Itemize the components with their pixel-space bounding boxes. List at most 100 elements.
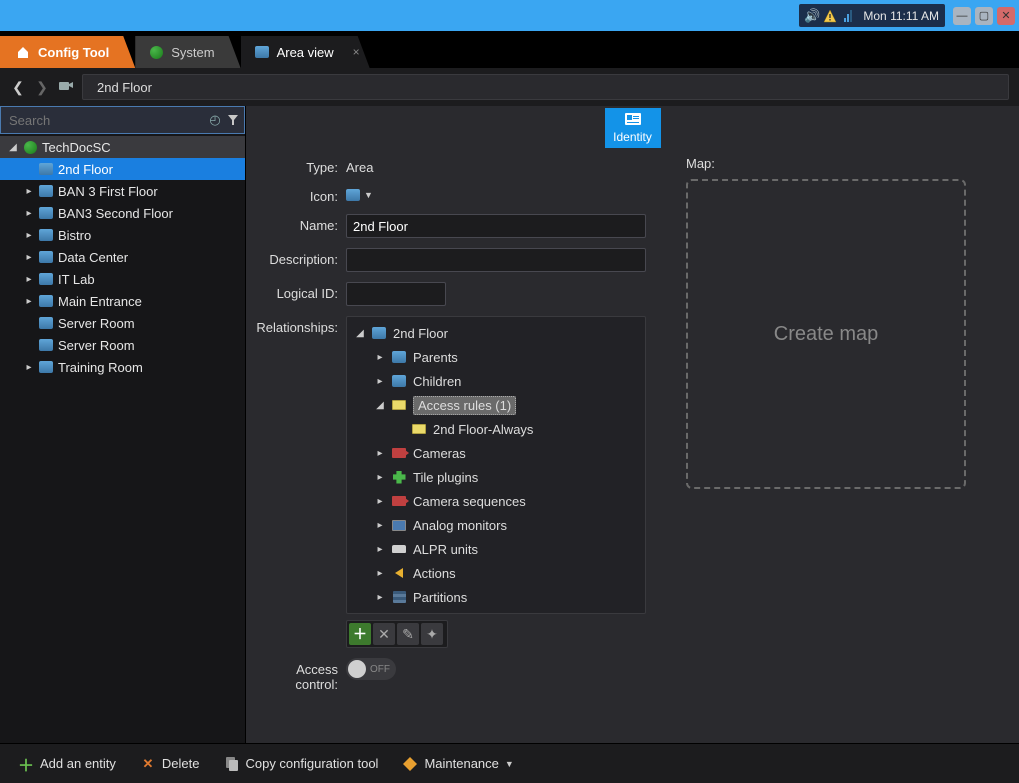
nav-back-button[interactable]: ❮ <box>10 79 26 96</box>
rel-children[interactable]: ▸ Children <box>347 369 645 393</box>
tab-close-icon[interactable]: × <box>353 45 360 59</box>
content-panel: Identity Type: Area Icon: ▼ Name: <box>246 106 1019 743</box>
car-icon <box>391 542 407 556</box>
rel-root[interactable]: ◢ 2nd Floor <box>347 321 645 345</box>
clock-label: Mon 11:11 AM <box>863 9 939 23</box>
rel-analog-monitors[interactable]: ▸ Analog monitors <box>347 513 645 537</box>
name-input[interactable] <box>346 214 646 238</box>
icon-picker[interactable]: ▼ <box>346 185 656 201</box>
rel-label: Partitions <box>413 590 467 605</box>
window-controls: — ▢ ✕ <box>953 7 1015 25</box>
tree-item[interactable]: ▸ Training Room <box>0 356 245 378</box>
tab-strip: Config Tool System Area view × <box>0 31 1019 68</box>
area-icon <box>38 161 54 177</box>
tab-area-view[interactable]: Area view × <box>241 36 370 68</box>
tab-config-label: Config Tool <box>38 45 109 60</box>
rel-label: ALPR units <box>413 542 478 557</box>
rel-access-rule-item[interactable]: ▸ 2nd Floor-Always <box>347 417 645 441</box>
tab-config-tool[interactable]: Config Tool <box>0 36 135 68</box>
tree-item[interactable]: ▸ Server Room <box>0 334 245 356</box>
camera-icon <box>391 446 407 460</box>
tree-root-label: TechDocSC <box>42 140 111 155</box>
rel-tile-plugins[interactable]: ▸ Tile plugins <box>347 465 645 489</box>
tree-item-label: Server Room <box>58 316 135 331</box>
tree-item-2nd-floor[interactable]: ▸ 2nd Floor <box>0 158 245 180</box>
refresh-icon[interactable]: ◴ <box>208 112 222 128</box>
rel-label: Cameras <box>413 446 466 461</box>
create-map-dropzone[interactable]: Create map <box>686 179 966 489</box>
rel-add-button[interactable]: ＋ <box>349 623 371 645</box>
tree-root[interactable]: ◢ TechDocSC <box>0 136 245 158</box>
action-bar: ＋ Add an entity ✕ Delete Copy configurat… <box>0 743 1019 783</box>
copy-config-button[interactable]: Copy configuration tool <box>223 756 378 772</box>
maintenance-icon <box>402 756 418 772</box>
rel-label: Camera sequences <box>413 494 526 509</box>
type-value: Area <box>346 156 656 175</box>
rel-actions[interactable]: ▸ Actions <box>347 561 645 585</box>
rel-parents[interactable]: ▸ Parents <box>347 345 645 369</box>
rel-tools-button[interactable]: ✦ <box>421 623 443 645</box>
system-tray: 🔊 Mon 11:11 AM <box>799 4 945 27</box>
delete-button[interactable]: ✕ Delete <box>140 756 200 772</box>
tree-item[interactable]: ▸ BAN 3 First Floor <box>0 180 245 202</box>
rel-delete-button[interactable]: ✕ <box>373 623 395 645</box>
tab-system[interactable]: System <box>135 36 240 68</box>
add-entity-button[interactable]: ＋ Add an entity <box>18 756 116 772</box>
area-icon <box>38 205 54 221</box>
tab-area-label: Area view <box>277 45 334 60</box>
globe-icon <box>22 139 38 155</box>
tree-item[interactable]: ▸ Server Room <box>0 312 245 334</box>
filter-icon[interactable] <box>226 112 240 128</box>
tab-system-label: System <box>171 45 214 60</box>
tree-item-label: 2nd Floor <box>58 162 113 177</box>
maximize-button[interactable]: ▢ <box>975 7 993 25</box>
minimize-button[interactable]: — <box>953 7 971 25</box>
nav-forward-button[interactable]: ❯ <box>34 79 50 96</box>
tree-item[interactable]: ▸ Bistro <box>0 224 245 246</box>
rel-edit-button[interactable]: ✎ <box>397 623 419 645</box>
logical-id-label: Logical ID: <box>256 282 346 301</box>
rel-partitions[interactable]: ▸ Partitions <box>347 585 645 609</box>
home-icon <box>16 45 30 59</box>
partition-icon <box>391 590 407 604</box>
search-row: ◴ <box>0 106 245 134</box>
volume-icon[interactable]: 🔊 <box>805 9 819 23</box>
tree-item-label: Data Center <box>58 250 128 265</box>
search-input[interactable] <box>5 113 208 128</box>
chevron-down-icon: ▼ <box>505 759 514 769</box>
logical-id-input[interactable] <box>346 282 446 306</box>
breadcrumb-bar[interactable]: 2nd Floor <box>82 74 1009 100</box>
close-button[interactable]: ✕ <box>997 7 1015 25</box>
maintenance-label: Maintenance <box>424 756 498 771</box>
tree-item[interactable]: ▸ Main Entrance <box>0 290 245 312</box>
map-label: Map: <box>686 156 1009 171</box>
warning-icon[interactable] <box>823 9 837 23</box>
rel-alpr-units[interactable]: ▸ ALPR units <box>347 537 645 561</box>
rel-label: Children <box>413 374 461 389</box>
description-input[interactable] <box>346 248 646 272</box>
tree-item[interactable]: ▸ IT Lab <box>0 268 245 290</box>
tree-item[interactable]: ▸ Data Center <box>0 246 245 268</box>
entity-tree: ◢ TechDocSC ▸ 2nd Floor ▸ BAN 3 First Fl… <box>0 134 245 743</box>
monitor-icon <box>391 518 407 532</box>
access-control-toggle[interactable]: OFF <box>346 658 396 680</box>
network-icon[interactable] <box>841 9 855 23</box>
rel-access-rules[interactable]: ◢ Access rules (1) <box>347 393 645 417</box>
area-icon <box>38 315 54 331</box>
globe-icon <box>149 45 163 59</box>
puzzle-icon <box>391 470 407 484</box>
rel-cameras[interactable]: ▸ Cameras <box>347 441 645 465</box>
nav-home-icon[interactable] <box>58 79 74 95</box>
rel-label: Access rules (1) <box>413 396 516 415</box>
access-card-icon <box>391 398 407 412</box>
nav-bar: ❮ ❯ 2nd Floor <box>0 68 1019 106</box>
subtab-identity[interactable]: Identity <box>605 108 661 148</box>
area-icon <box>38 183 54 199</box>
tree-item[interactable]: ▸ BAN3 Second Floor <box>0 202 245 224</box>
area-icon <box>38 337 54 353</box>
rel-label: Actions <box>413 566 456 581</box>
subtab-strip: Identity <box>246 106 1019 150</box>
toggle-state-label: OFF <box>370 664 390 675</box>
maintenance-button[interactable]: Maintenance ▼ <box>402 756 513 772</box>
rel-camera-sequences[interactable]: ▸ Camera sequences <box>347 489 645 513</box>
